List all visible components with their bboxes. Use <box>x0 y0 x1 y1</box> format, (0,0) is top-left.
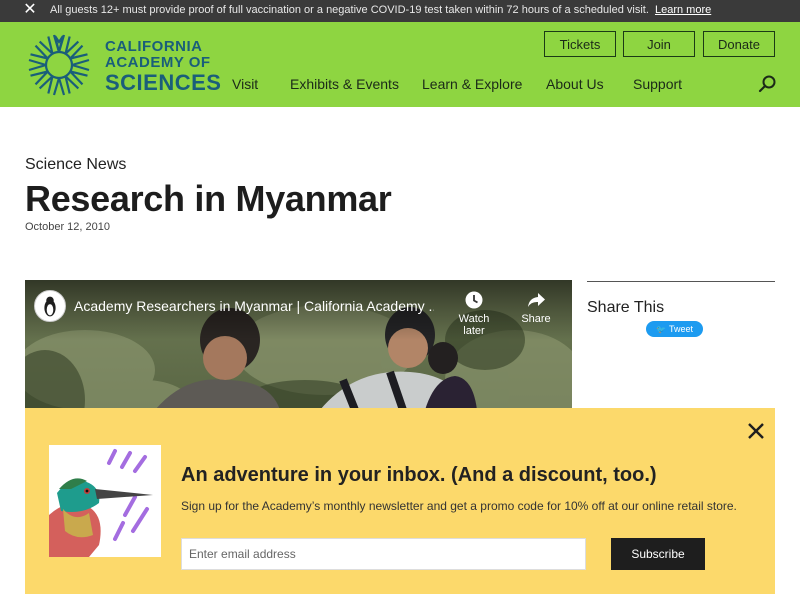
email-field[interactable] <box>181 538 586 570</box>
page: ✕ All guests 12+ must provide proof of f… <box>0 0 800 594</box>
logo-line-1: CALIFORNIA <box>105 38 203 55</box>
share-divider <box>587 281 775 282</box>
video-title[interactable]: Academy Researchers in Myanmar | Califor… <box>74 298 434 314</box>
academy-logo-icon[interactable] <box>24 30 94 100</box>
watch-later-button[interactable]: Watch later <box>448 290 500 337</box>
academy-wordmark[interactable]: CALIFORNIA ACADEMY OF SCIENCES <box>105 39 221 94</box>
alert-learn-more-link[interactable]: Learn more <box>655 4 711 16</box>
watch-later-label: Watch later <box>458 313 490 337</box>
penguin-avatar-icon[interactable] <box>34 290 66 322</box>
nav-item-visit[interactable]: Visit <box>232 76 258 92</box>
bird-illustration <box>49 445 161 557</box>
tweet-button[interactable]: 🐦 Tweet <box>646 321 703 337</box>
logo-line-2: ACADEMY OF <box>105 54 211 71</box>
covid-alert-bar: ✕ All guests 12+ must provide proof of f… <box>0 0 800 22</box>
join-button[interactable]: Join <box>623 31 695 57</box>
page-title: Research in Myanmar <box>25 178 392 219</box>
nav-item-exhibits-events[interactable]: Exhibits & Events <box>290 76 399 92</box>
share-arrow-icon <box>528 293 545 307</box>
donate-button[interactable]: Donate <box>703 31 775 57</box>
nav-item-about-us[interactable]: About Us <box>546 76 604 92</box>
tickets-button[interactable]: Tickets <box>544 31 616 57</box>
clock-icon <box>465 291 483 309</box>
logo-line-3: SCIENCES <box>105 70 222 95</box>
video-share-label: Share <box>521 313 551 325</box>
twitter-bird-icon: 🐦 <box>656 324 666 334</box>
newsletter-description: Sign up for the Academy’s monthly newsle… <box>181 499 737 513</box>
subscribe-button[interactable]: Subscribe <box>611 538 705 570</box>
article-date: October 12, 2010 <box>25 221 111 233</box>
nav-item-learn-explore[interactable]: Learn & Explore <box>422 76 522 92</box>
newsletter-heading: An adventure in your inbox. (And a disco… <box>181 464 657 486</box>
article-category: Science News <box>25 156 127 173</box>
close-icon[interactable] <box>745 420 767 442</box>
search-icon[interactable] <box>758 74 778 94</box>
tweet-label: Tweet <box>668 324 693 334</box>
nav-item-support[interactable]: Support <box>633 76 682 92</box>
alert-close-icon[interactable]: ✕ <box>22 2 38 18</box>
alert-message: All guests 12+ must provide proof of ful… <box>50 4 711 16</box>
newsletter-popup: An adventure in your inbox. (And a disco… <box>25 408 775 594</box>
alert-text: All guests 12+ must provide proof of ful… <box>50 4 649 16</box>
site-header: CALIFORNIA ACADEMY OF SCIENCES Tickets J… <box>0 22 800 107</box>
share-title: Share This <box>587 299 665 316</box>
video-share-button[interactable]: Share <box>510 290 562 325</box>
